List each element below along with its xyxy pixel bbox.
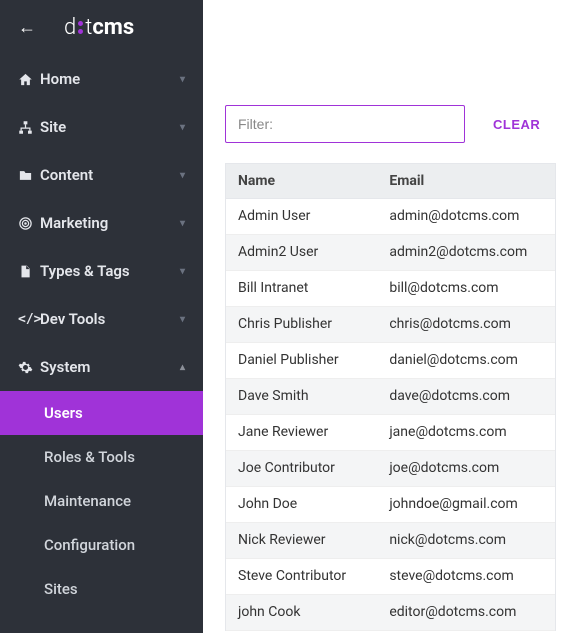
cell-name: john Cook [226, 594, 377, 630]
column-header-name[interactable]: Name [226, 164, 377, 198]
nav-item-types[interactable]: Types & Tags▾ [0, 247, 203, 295]
cell-name: Joe Contributor [226, 450, 377, 486]
sub-item-maintenance[interactable]: Maintenance [0, 479, 203, 523]
cell-email: dave@dotcms.com [377, 378, 555, 414]
nav-item-site[interactable]: Site▾ [0, 103, 203, 151]
table-row[interactable]: john Cookeditor@dotcms.com [226, 594, 555, 630]
chevron-up-icon: ▴ [180, 362, 185, 373]
sitemap-icon [18, 120, 40, 135]
cell-email: editor@dotcms.com [377, 594, 555, 630]
chevron-down-icon: ▾ [180, 74, 185, 85]
cell-name: Dave Smith [226, 378, 377, 414]
cell-email: jane@dotcms.com [377, 414, 555, 450]
table-row[interactable]: Dave Smithdave@dotcms.com [226, 378, 555, 414]
cell-email: joe@dotcms.com [377, 450, 555, 486]
logo-part2: t [85, 15, 92, 40]
nav-label: Marketing [40, 214, 180, 232]
cell-name: Admin2 User [226, 234, 377, 270]
nav-item-content[interactable]: Content▾ [0, 151, 203, 199]
cell-name: Nick Reviewer [226, 522, 377, 558]
table-row[interactable]: John Doejohndoe@gmail.com [226, 486, 555, 522]
nav-item-system[interactable]: System▴ [0, 343, 203, 391]
sub-item-users[interactable]: Users [0, 391, 203, 435]
cell-email: bill@dotcms.com [377, 270, 555, 306]
filter-row: CLEAR [225, 105, 556, 143]
chevron-down-icon: ▾ [180, 314, 185, 325]
file-icon [18, 264, 40, 279]
nav-item-dev[interactable]: </>Dev Tools▾ [0, 295, 203, 343]
table-row[interactable]: Admin2 Useradmin2@dotcms.com [226, 234, 555, 270]
cell-name: Jane Reviewer [226, 414, 377, 450]
cell-email: steve@dotcms.com [377, 558, 555, 594]
table-row[interactable]: Joe Contributorjoe@dotcms.com [226, 450, 555, 486]
nav-item-home[interactable]: Home▾ [0, 55, 203, 103]
cell-name: Daniel Publisher [226, 342, 377, 378]
logo-part1: d [64, 15, 76, 40]
table-row[interactable]: Daniel Publisherdaniel@dotcms.com [226, 342, 555, 378]
filter-input[interactable] [225, 105, 465, 143]
sub-items-system: UsersRoles & ToolsMaintenanceConfigurati… [0, 391, 203, 611]
nav-label: Home [40, 70, 180, 88]
gear-icon [18, 360, 40, 375]
chevron-down-icon: ▾ [180, 122, 185, 133]
logo-colon [76, 21, 85, 34]
cell-name: Bill Intranet [226, 270, 377, 306]
table-row[interactable]: Nick Reviewernick@dotcms.com [226, 522, 555, 558]
cell-name: Admin User [226, 198, 377, 234]
table-row[interactable]: Admin Useradmin@dotcms.com [226, 198, 555, 234]
sub-item-configuration[interactable]: Configuration [0, 523, 203, 567]
chevron-down-icon: ▾ [180, 218, 185, 229]
users-table: Name Email Admin Useradmin@dotcms.comAdm… [226, 164, 555, 631]
nav-label: Types & Tags [40, 262, 180, 280]
nav-label: Dev Tools [40, 310, 180, 328]
users-table-wrap: Name Email Admin Useradmin@dotcms.comAdm… [225, 163, 556, 631]
logo: dtcms [64, 15, 134, 40]
cell-name: Steve Contributor [226, 558, 377, 594]
home-icon [18, 72, 40, 87]
table-header-row: Name Email [226, 164, 555, 198]
table-row[interactable]: Jane Reviewerjane@dotcms.com [226, 414, 555, 450]
cell-email: chris@dotcms.com [377, 306, 555, 342]
code-icon: </> [18, 312, 40, 327]
table-row[interactable]: Steve Contributorsteve@dotcms.com [226, 558, 555, 594]
target-icon [18, 216, 40, 231]
sidebar-header: ← dtcms [0, 0, 203, 55]
table-row[interactable]: Chris Publisherchris@dotcms.com [226, 306, 555, 342]
cell-email: nick@dotcms.com [377, 522, 555, 558]
column-header-email[interactable]: Email [377, 164, 555, 198]
cell-email: daniel@dotcms.com [377, 342, 555, 378]
clear-button[interactable]: CLEAR [485, 117, 548, 132]
sidebar: ← dtcms Home▾Site▾Content▾Marketing▾Type… [0, 0, 203, 633]
cell-name: John Doe [226, 486, 377, 522]
table-row[interactable]: Bill Intranetbill@dotcms.com [226, 270, 555, 306]
back-arrow-icon[interactable]: ← [18, 17, 36, 38]
nav-item-marketing[interactable]: Marketing▾ [0, 199, 203, 247]
main-content: CLEAR Name Email Admin Useradmin@dotcms.… [203, 0, 568, 633]
chevron-down-icon: ▾ [180, 170, 185, 181]
nav-label: Content [40, 166, 180, 184]
sub-item-sites[interactable]: Sites [0, 567, 203, 611]
nav-label: Site [40, 118, 180, 136]
sub-item-roles[interactable]: Roles & Tools [0, 435, 203, 479]
folder-icon [18, 168, 40, 183]
sidebar-nav: Home▾Site▾Content▾Marketing▾Types & Tags… [0, 55, 203, 633]
cell-email: admin2@dotcms.com [377, 234, 555, 270]
logo-part3: cms [92, 15, 134, 40]
cell-email: johndoe@gmail.com [377, 486, 555, 522]
cell-email: admin@dotcms.com [377, 198, 555, 234]
chevron-down-icon: ▾ [180, 266, 185, 277]
nav-label: System [40, 358, 180, 376]
cell-name: Chris Publisher [226, 306, 377, 342]
users-panel: CLEAR Name Email Admin Useradmin@dotcms.… [225, 105, 556, 633]
